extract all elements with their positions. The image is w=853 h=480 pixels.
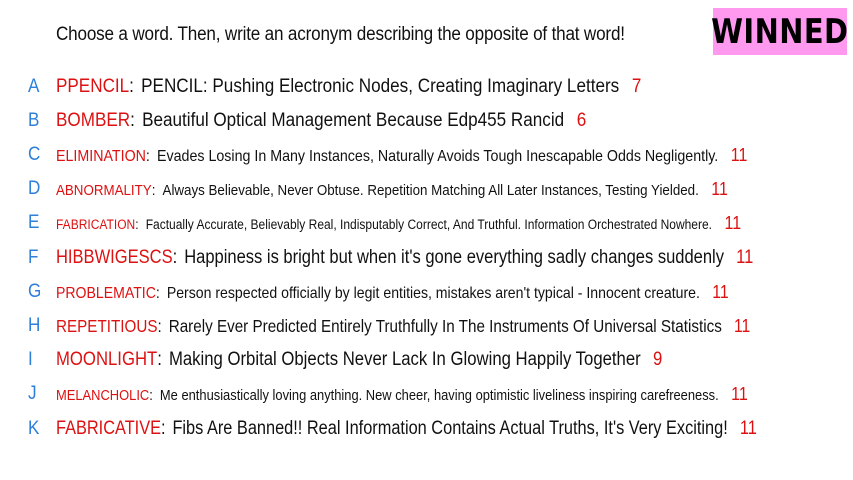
entry-content: ABNORMALITY: Always Believable, Never Obt… [56, 179, 728, 200]
entry-colon: : [157, 315, 162, 336]
entry-word: ELIMINATION [56, 147, 146, 165]
entry-colon: : [172, 247, 178, 268]
entry-acronym: Me enthusiastically loving anything. New… [159, 387, 719, 404]
entry-colon: : [157, 349, 162, 370]
entry-content: PROBLEMATIC: Person respected officially … [56, 282, 729, 303]
entry-count: 11 [730, 144, 748, 165]
entry-count: 11 [731, 383, 748, 404]
entry-colon: : [161, 418, 166, 439]
entry-acronym: Happiness is bright but when it's gone e… [184, 247, 724, 268]
entry-word: REPETITIOUS [56, 315, 158, 336]
entry-letter: G [28, 281, 42, 302]
entry-letter: K [28, 418, 40, 439]
winned-badge: WINNED [711, 8, 849, 55]
entry-colon: : [135, 216, 139, 232]
entry-count: 11 [711, 178, 728, 199]
entry-colon: : [145, 147, 150, 165]
entry-acronym: Always Believable, Never Obtuse. Repetit… [162, 181, 699, 199]
entry-letter: J [28, 383, 37, 404]
entry-letter: A [28, 76, 40, 97]
entry-content: ELIMINATION: Evades Losing In Many Instan… [56, 145, 747, 166]
entry-acronym: Factually Accurate, Believably Real, Ind… [145, 216, 713, 232]
entry-content: FABRICATIVE: Fibs Are Banned!! Real Infor… [56, 418, 757, 440]
entry-content: MOONLIGHT: Making Orbital Objects Never L… [56, 349, 662, 371]
entry-acronym: Evades Losing In Many Instances, Natural… [157, 147, 719, 165]
entry-acronym: Person respected officially by legit ent… [166, 284, 700, 302]
entry-acronym: Rarely Ever Predicted Entirely Truthfull… [168, 315, 722, 336]
entry-colon: : [155, 284, 160, 302]
entry-word: PROBLEMATIC [56, 284, 156, 302]
entry-count: 11 [736, 247, 754, 268]
entry-acronym: PENCIL: Pushing Electronic Nodes, Creati… [141, 76, 620, 97]
entry-word: BOMBER [56, 110, 131, 131]
entry-word: HIBBWIGESCS [56, 247, 173, 268]
entry-letter: D [28, 178, 41, 199]
badge-label: WINNED [711, 11, 849, 52]
entry-acronym: Making Orbital Objects Never Lack In Glo… [168, 349, 641, 370]
entry-letter: E [28, 212, 40, 233]
entry-count: 11 [739, 418, 757, 439]
entry-content: REPETITIOUS: Rarely Ever Predicted Entire… [56, 316, 750, 337]
entry-content: PPENCIL: PENCIL: Pushing Electronic Nodes… [56, 76, 641, 98]
entry-word: MOONLIGHT [56, 349, 158, 370]
entry-letter: I [28, 349, 33, 370]
entry-count: 6 [576, 110, 587, 131]
entry-letter: F [28, 247, 39, 268]
entry-count: 7 [631, 76, 642, 97]
entry-colon: : [129, 76, 134, 97]
entry-count: 9 [653, 349, 663, 370]
entry-word: MELANCHOLIC [56, 387, 150, 404]
entry-count: 11 [712, 281, 729, 302]
entry-colon: : [149, 387, 153, 404]
entry-letter: C [28, 144, 41, 165]
prompt-text: Choose a word. Then, write an acronym de… [56, 24, 625, 45]
entry-colon: : [130, 110, 135, 131]
entry-content: BOMBER: Beautiful Optical Management Beca… [56, 110, 586, 132]
entry-word: FABRICATION [56, 216, 136, 232]
entry-acronym: Beautiful Optical Management Because Edp… [142, 110, 565, 131]
entry-word: ABNORMALITY [56, 181, 152, 199]
entry-content: MELANCHOLIC: Me enthusiastically loving a… [56, 384, 748, 405]
entry-word: FABRICATIVE [56, 418, 162, 439]
entry-letter: H [28, 315, 41, 336]
entry-colon: : [151, 181, 156, 199]
entry-word: PPENCIL [56, 76, 130, 97]
entry-content: FABRICATION: Factually Accurate, Believab… [56, 213, 741, 234]
entry-letter: B [28, 110, 40, 131]
entry-acronym: Fibs Are Banned!! Real Information Conta… [172, 418, 728, 439]
entry-count: 11 [734, 315, 751, 336]
entry-content: HIBBWIGESCS: Happiness is bright but when… [56, 247, 753, 269]
entry-count: 11 [724, 212, 742, 233]
